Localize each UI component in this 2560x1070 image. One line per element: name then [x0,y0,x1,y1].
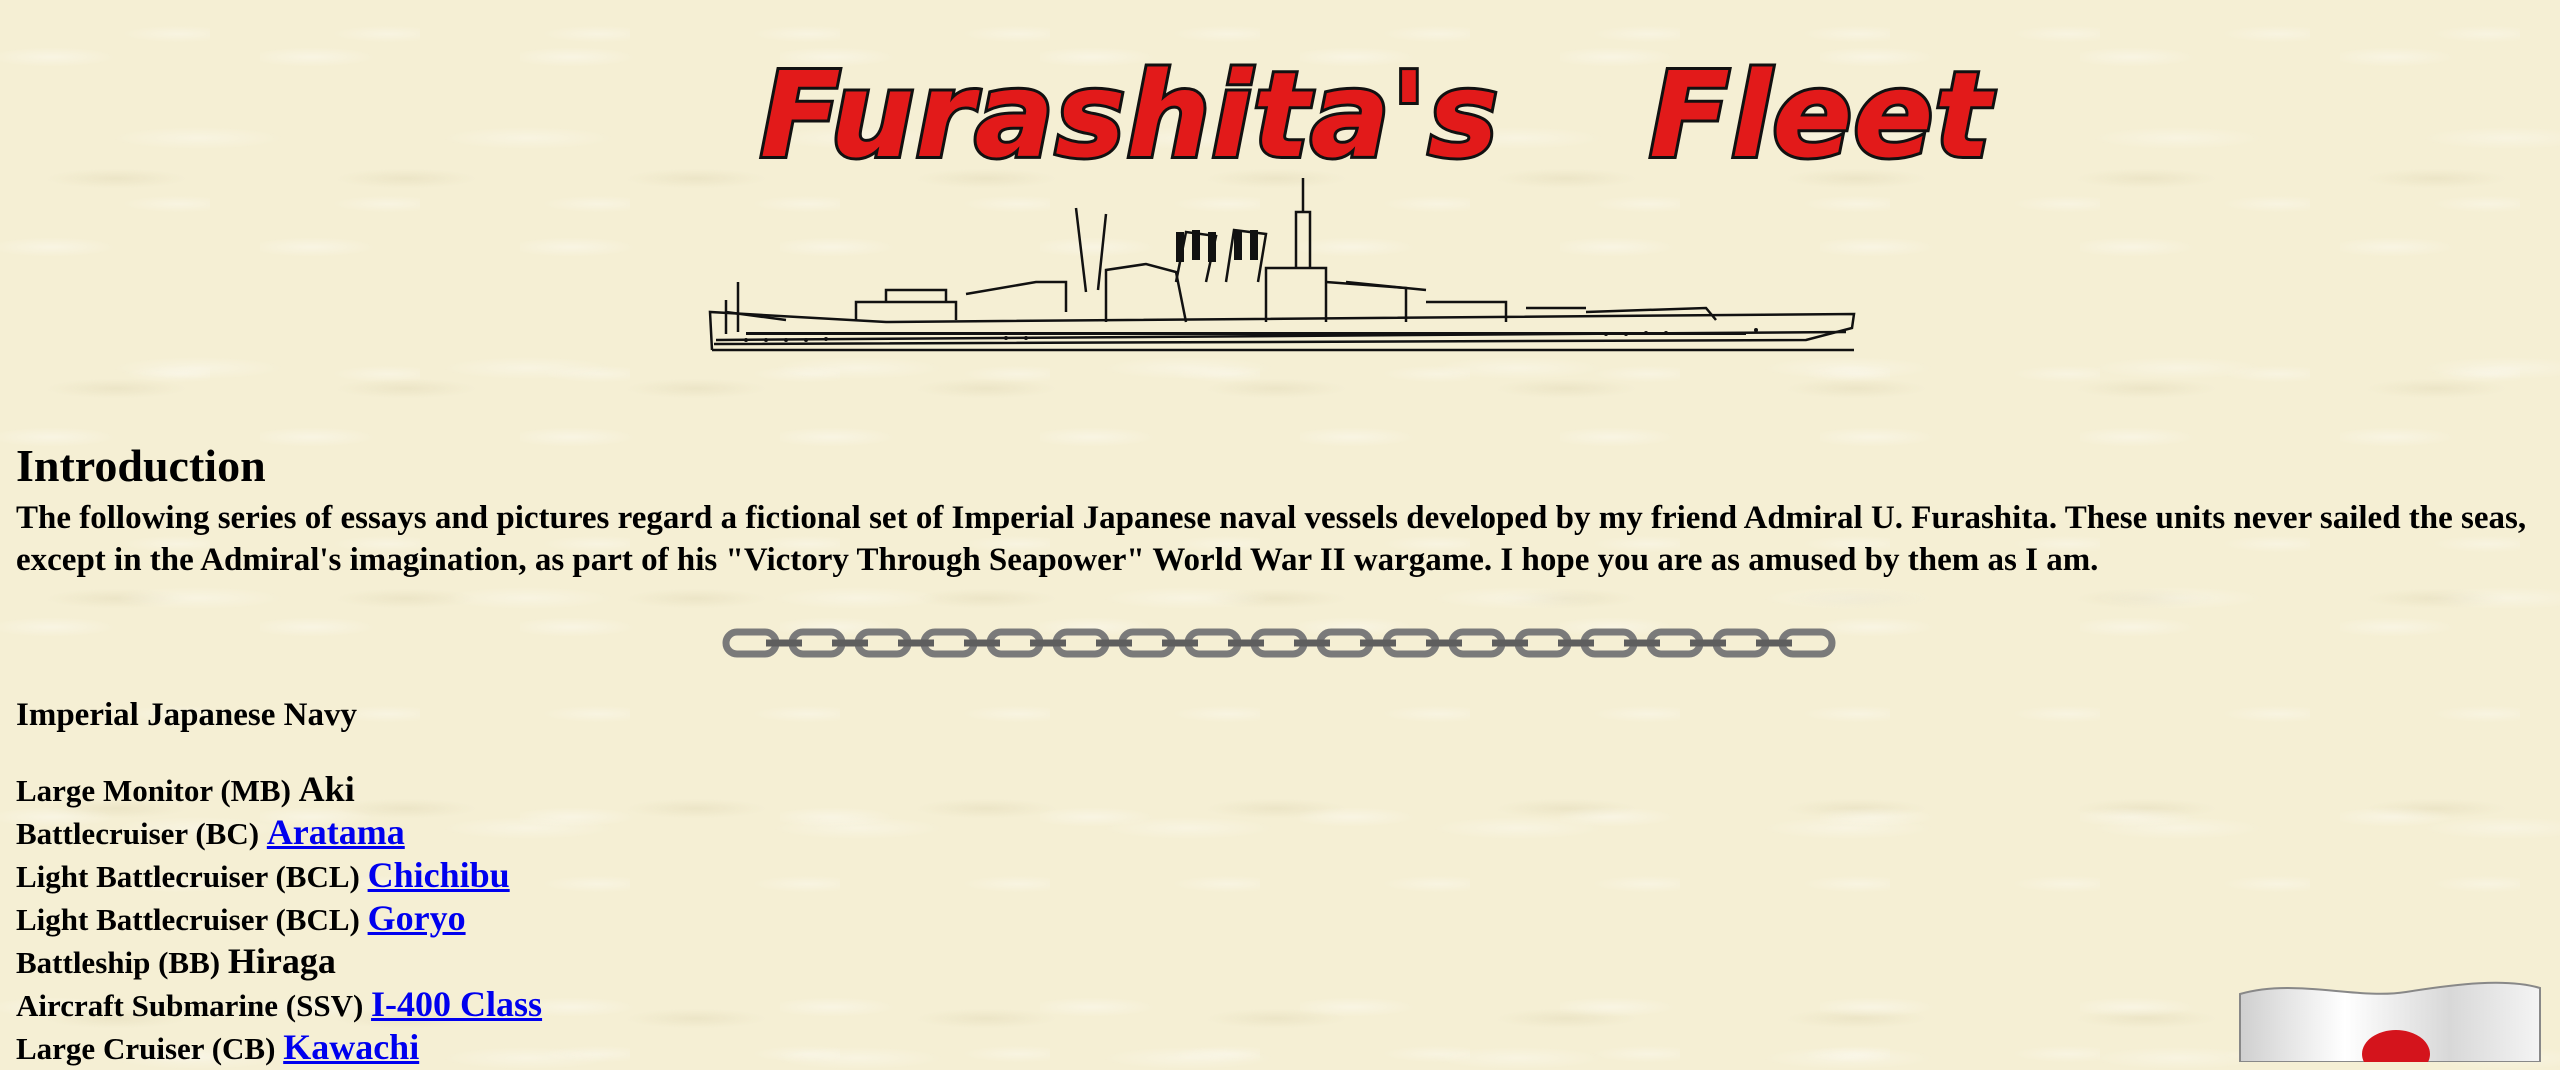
ship-link-aratama[interactable]: Aratama [267,812,405,852]
ship-type: Aircraft Submarine (SSV) [16,988,364,1023]
ship-item-i400: Aircraft Submarine (SSV) I-400 Class [16,983,542,1026]
ship-link-i400-class[interactable]: I-400 Class [371,984,542,1024]
ship-type: Battleship (BB) [16,945,221,980]
ship-type: Large Cruiser (CB) [16,1031,276,1066]
ship-link-chichibu[interactable]: Chichibu [368,855,510,895]
ship-item-aki: Large Monitor (MB) Aki [16,768,542,811]
ship-type: Large Monitor (MB) [16,773,291,808]
ship-name-aki: Aki [298,769,355,809]
ship-list: Large Monitor (MB) Aki Battlecruiser (BC… [16,768,542,1069]
chain-divider [722,628,1836,658]
ship-type: Light Battlecruiser (BCL) [16,859,360,894]
banner-word-furashitas: Furashita's [757,46,1501,184]
introduction-heading: Introduction [16,440,266,491]
ship-type: Battlecruiser (BC) [16,816,260,851]
introduction-text: The following series of essays and pictu… [16,500,2527,578]
ship-type: Light Battlecruiser (BCL) [16,902,360,937]
ship-item-kawachi: Large Cruiser (CB) Kawachi [16,1026,542,1069]
ship-item-hiraga: Battleship (BB) Hiraga [16,940,542,983]
navy-section-heading: Imperial Japanese Navy [16,697,357,733]
ship-link-kawachi[interactable]: Kawachi [283,1027,419,1067]
battleship-illustration [708,178,1856,352]
ship-item-aratama: Battlecruiser (BC) Aratama [16,811,542,854]
ship-item-chichibu: Light Battlecruiser (BCL) Chichibu [16,854,542,897]
banner-word-fleet: Fleet [1646,46,1994,184]
ship-name-hiraga: Hiraga [227,941,336,981]
site-banner: Furashita's Fleet [757,46,1994,184]
ship-link-goryo[interactable]: Goryo [368,898,466,938]
ship-item-goryo: Light Battlecruiser (BCL) Goryo [16,897,542,940]
japanese-flag-icon [2239,981,2541,1062]
